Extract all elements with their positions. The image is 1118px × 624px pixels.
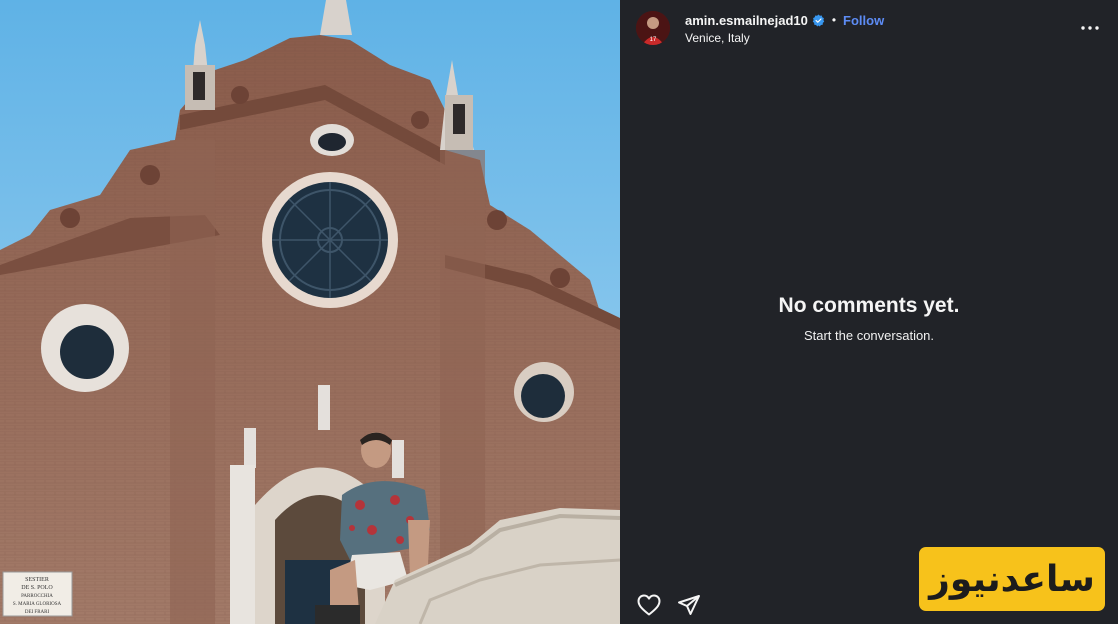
svg-text:17: 17 xyxy=(650,37,657,43)
avatar[interactable]: 17 xyxy=(636,11,670,45)
empty-title: No comments yet. xyxy=(778,294,960,317)
separator-dot: • xyxy=(831,13,837,27)
plaque-line: S. MARIA GLORIOSA xyxy=(13,602,62,607)
username-link[interactable]: amin.esmailnejad10 xyxy=(685,13,808,28)
plaque-line: PARROCCHIA xyxy=(21,594,53,599)
post-header: 17 amin.esmailnejad10 • Follow Venice, I… xyxy=(620,0,1118,58)
empty-subtitle: Start the conversation. xyxy=(803,328,935,343)
location-link[interactable]: Venice, Italy xyxy=(685,31,750,45)
plaque-line: DE S. POLO xyxy=(21,585,53,591)
church-photo: SESTIER DE S. POLO PARROCCHIA S. MARIA G… xyxy=(0,0,620,624)
verified-badge-icon xyxy=(812,14,825,27)
plaque-line: DEI FRARI xyxy=(25,610,50,615)
paper-plane-icon[interactable] xyxy=(676,592,702,618)
plaque-line: SESTIER xyxy=(25,577,49,583)
action-bar xyxy=(636,592,702,618)
post-photo[interactable]: SESTIER DE S. POLO PARROCCHIA S. MARIA G… xyxy=(0,0,620,624)
more-options-icon[interactable] xyxy=(1078,17,1102,39)
username-row: amin.esmailnejad10 • Follow xyxy=(685,11,884,29)
follow-button[interactable]: Follow xyxy=(843,13,884,28)
watermark-logo: ساعدنیوز xyxy=(919,547,1105,611)
heart-icon[interactable] xyxy=(636,592,662,618)
no-comments-state: No comments yet. Start the conversation. xyxy=(620,294,1118,343)
comments-panel: 17 amin.esmailnejad10 • Follow Venice, I… xyxy=(620,0,1118,624)
